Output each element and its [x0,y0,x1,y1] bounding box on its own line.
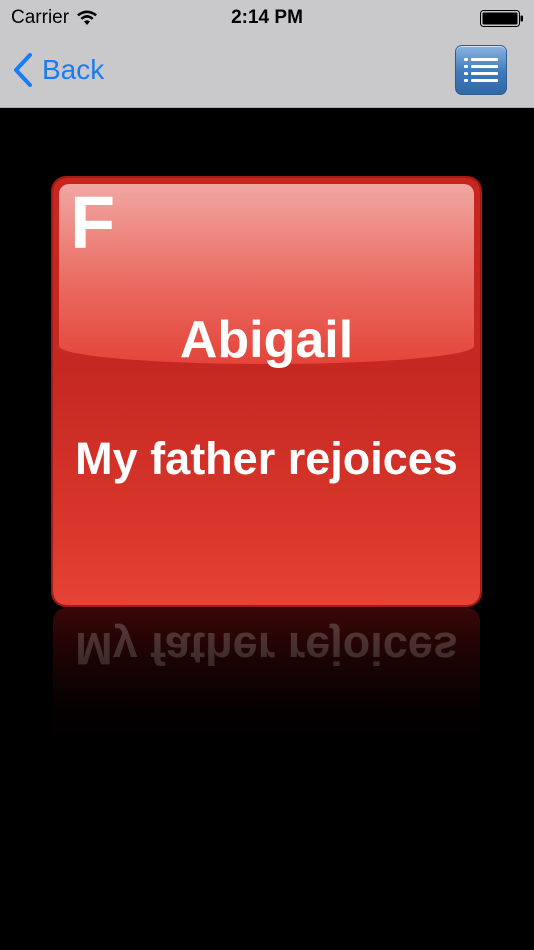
battery-icon [480,10,523,27]
status-time: 2:14 PM [231,7,303,28]
top-bar: Carrier 2:14 PM Back [0,0,534,108]
gender-letter: F [70,181,116,264]
back-button[interactable]: Back [12,52,104,88]
reflection-fade [53,608,480,758]
list-menu-button[interactable] [455,45,507,95]
back-label: Back [42,54,105,85]
name-card[interactable]: F Abigail My father rejoices [53,178,480,605]
navigation-bar: Back [0,36,534,107]
card-reflection: My father rejoices [53,608,480,758]
list-icon [464,58,498,82]
screen: Carrier 2:14 PM Back F Abigail My father… [0,0,534,950]
card-meaning: My father rejoices [75,433,458,484]
status-bar: Carrier 2:14 PM [0,0,534,36]
card-name: Abigail [179,311,354,369]
chevron-left-icon [14,53,32,87]
